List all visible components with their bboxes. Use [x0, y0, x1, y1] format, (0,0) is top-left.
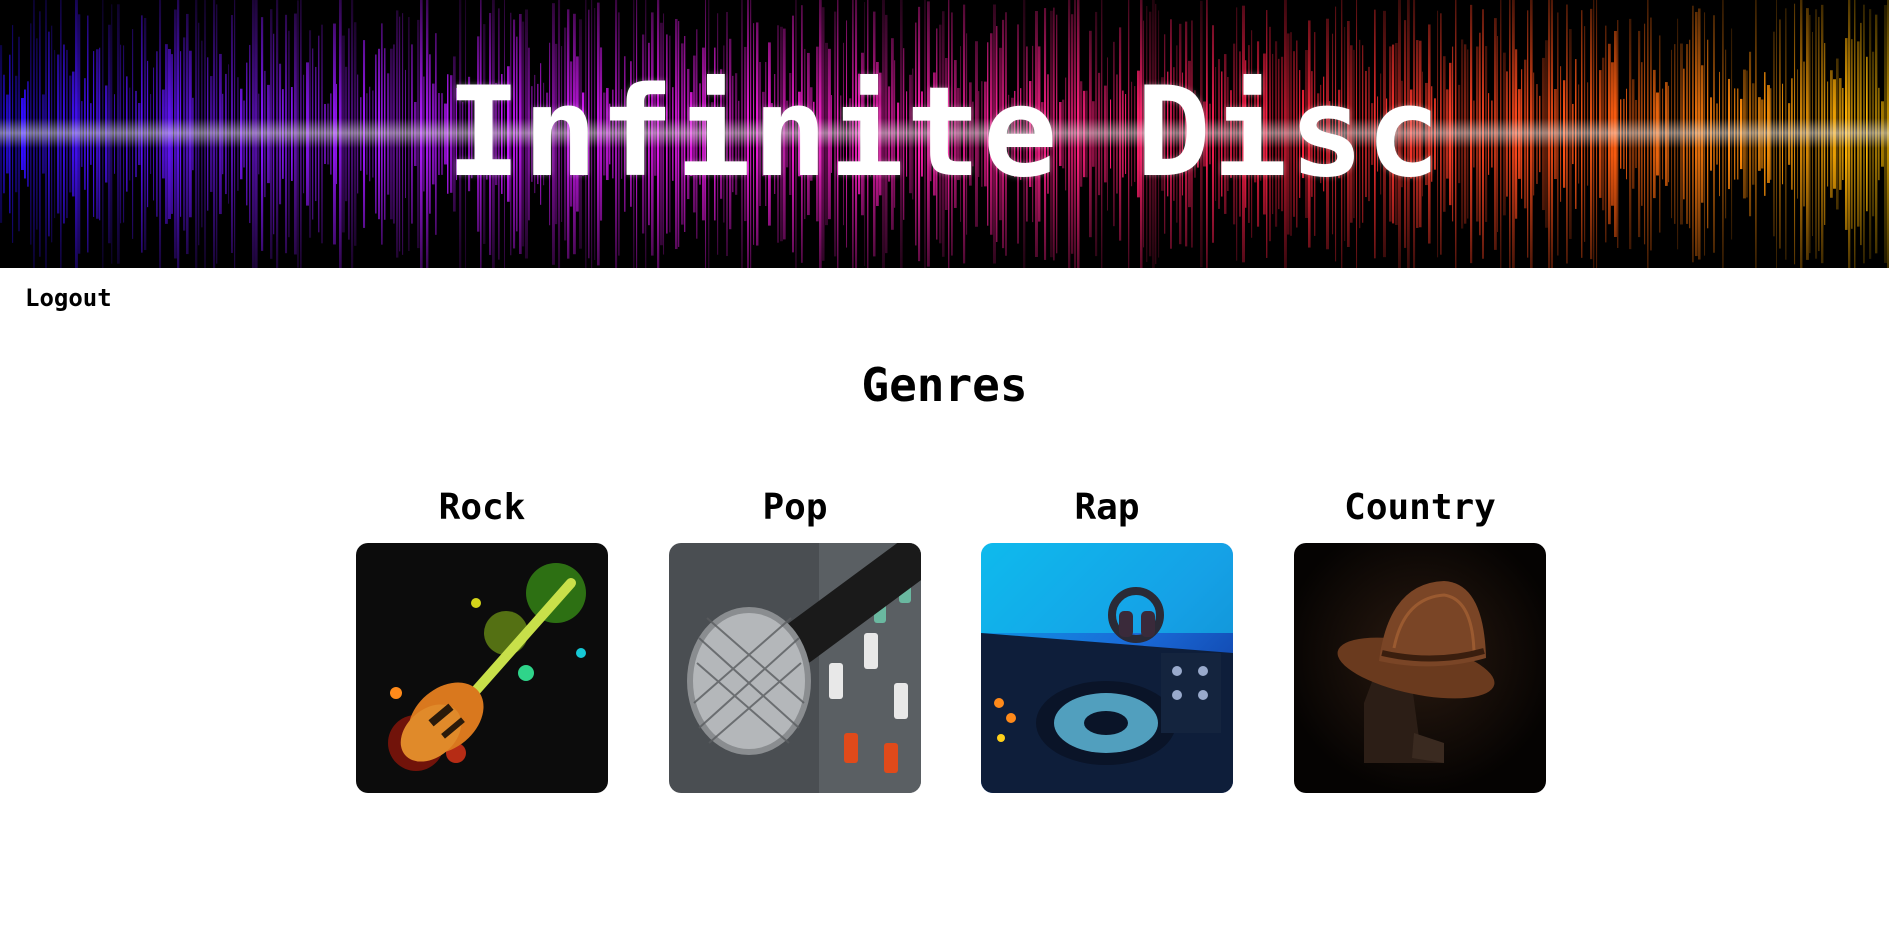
- genre-label-rap: Rap: [1074, 487, 1140, 528]
- pop-genre-image[interactable]: [669, 543, 921, 793]
- genre-label-rock: Rock: [438, 487, 526, 528]
- rock-genre-image[interactable]: [356, 543, 608, 793]
- dj-turntable-icon: [981, 543, 1233, 793]
- genre-label-pop: Pop: [762, 487, 828, 528]
- genre-card-rap[interactable]: Rap: [981, 484, 1233, 793]
- site-title: Infinite Disc: [446, 61, 1443, 205]
- electric-guitar-icon: [356, 543, 608, 793]
- cowboy-hat-icon: [1294, 543, 1546, 793]
- logout-link[interactable]: Logout: [25, 284, 112, 312]
- page-heading: Genres: [861, 358, 1028, 412]
- genre-card-pop[interactable]: Pop: [669, 484, 921, 793]
- genre-card-rock[interactable]: Rock: [356, 484, 608, 793]
- header-banner: Infinite Disc: [0, 0, 1889, 268]
- genre-card-country[interactable]: Country: [1294, 484, 1546, 793]
- microphone-icon: [669, 543, 921, 793]
- country-genre-image[interactable]: [1294, 543, 1546, 793]
- genre-label-country: Country: [1344, 487, 1496, 528]
- rap-genre-image[interactable]: [981, 543, 1233, 793]
